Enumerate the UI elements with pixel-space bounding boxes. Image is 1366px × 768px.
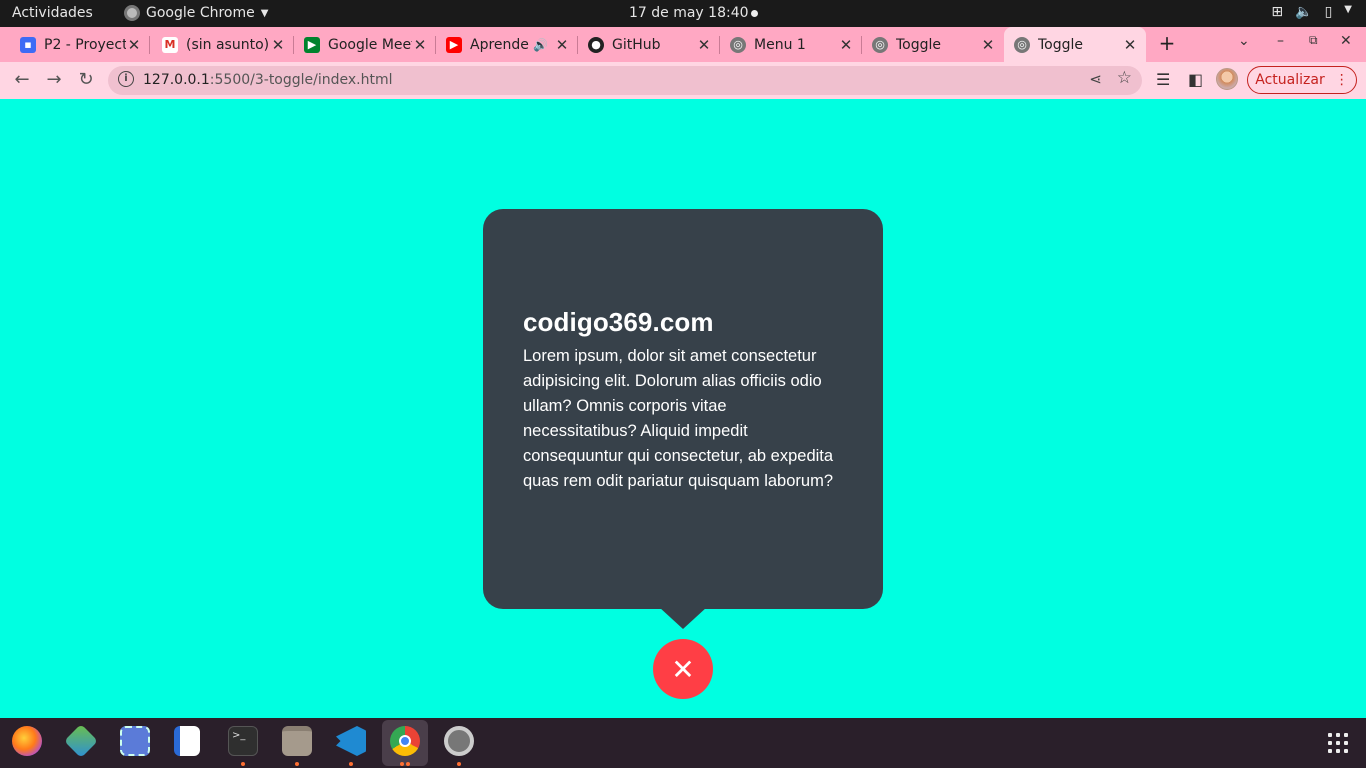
system-tray[interactable]: ⊞ 🔈 ▯ ▼	[1271, 4, 1352, 20]
contacts-icon: ▪	[20, 36, 36, 53]
show-applications-icon[interactable]	[1328, 733, 1348, 753]
profile-avatar[interactable]	[1216, 68, 1238, 90]
globe-icon: ◎	[1014, 36, 1030, 53]
tab-title: Aprende	[470, 36, 529, 53]
tab-github[interactable]: ● GitHub ✕	[578, 27, 720, 62]
side-panel-icon[interactable]: ◧	[1188, 70, 1203, 89]
browser-toolbar: ← → ↻ i 127.0.0.1:5500/3-toggle/index.ht…	[0, 62, 1366, 99]
meet-icon: ▶	[304, 36, 320, 53]
chrome-icon	[124, 5, 140, 21]
running-indicator	[349, 762, 353, 766]
tab-toggle[interactable]: ◎ Toggle ✕	[862, 27, 1004, 62]
card-pointer	[659, 607, 707, 629]
forward-arrow-icon[interactable]: →	[42, 69, 66, 90]
more-menu-icon: ⋮	[1334, 72, 1349, 88]
settings-icon[interactable]	[444, 726, 474, 756]
notification-dot	[751, 10, 758, 17]
close-icon: ✕	[671, 652, 695, 686]
vscode-icon[interactable]	[336, 726, 366, 756]
tab-title: GitHub	[612, 36, 661, 53]
site-info-icon[interactable]: i	[118, 71, 134, 87]
system-top-bar: Actividades Google Chrome ▼ 17 de may 18…	[0, 0, 1366, 27]
tab-title: P2 - Proyecto	[44, 36, 126, 53]
close-icon[interactable]: ✕	[554, 36, 570, 54]
tab-title: Menu 1	[754, 36, 806, 53]
close-icon[interactable]: ✕	[270, 36, 286, 54]
tab-title: Toggle	[1038, 36, 1084, 53]
popup-card: codigo369.com Lorem ipsum, dolor sit ame…	[483, 209, 883, 609]
restore-icon[interactable]: ⧉	[1309, 33, 1318, 48]
github-icon: ●	[588, 36, 604, 53]
tab-menu-1[interactable]: ◎ Menu 1 ✕	[720, 27, 862, 62]
share-icon[interactable]: ⋖	[1089, 70, 1102, 88]
tab-title: Google Meet	[328, 36, 412, 53]
tab-google-meet[interactable]: ▶ Google Meet ✕	[294, 27, 436, 62]
tab-title: (sin asunto)	[186, 36, 270, 53]
update-label: Actualizar	[1255, 72, 1325, 88]
gmail-icon: M	[162, 36, 178, 53]
youtube-icon: ▶	[446, 36, 462, 53]
toggle-close-button[interactable]: ✕	[653, 639, 713, 699]
cube-icon[interactable]	[64, 724, 98, 758]
chevron-down-icon: ▼	[1344, 4, 1352, 15]
new-tab-button[interactable]: +	[1154, 31, 1180, 55]
close-icon[interactable]: ✕	[412, 36, 428, 54]
running-indicator	[406, 762, 410, 766]
bookmark-star-icon[interactable]: ☆	[1117, 68, 1132, 88]
clock[interactable]: 17 de may 18:40	[629, 5, 749, 21]
taskbar-dock: >_	[0, 718, 1366, 768]
close-icon[interactable]: ✕	[126, 36, 142, 54]
reload-icon[interactable]: ↻	[74, 69, 98, 90]
running-indicator	[400, 762, 404, 766]
running-indicator	[457, 762, 461, 766]
battery-icon: ▯	[1324, 4, 1333, 20]
tab-aprende[interactable]: ▶ Aprende 🔊 ✕	[436, 27, 578, 62]
reading-list-icon[interactable]: ☰	[1156, 70, 1170, 89]
files-icon[interactable]	[282, 726, 312, 756]
card-body: Lorem ipsum, dolor sit amet consectetur …	[523, 347, 834, 490]
network-icon: ⊞	[1271, 4, 1284, 20]
address-bar[interactable]: i 127.0.0.1:5500/3-toggle/index.html ⋖ ☆	[108, 66, 1142, 95]
tab-search-icon[interactable]: ⌄	[1238, 33, 1250, 49]
minimize-icon[interactable]: –	[1277, 33, 1284, 49]
screenshot-icon[interactable]	[120, 726, 150, 756]
window-close-icon[interactable]: ✕	[1340, 33, 1352, 49]
document-icon[interactable]	[174, 726, 200, 756]
running-indicator	[241, 762, 245, 766]
running-indicator	[295, 762, 299, 766]
chrome-icon[interactable]	[390, 726, 420, 756]
tab-toggle-active[interactable]: ◎ Toggle ✕	[1004, 27, 1146, 62]
chevron-down-icon: ▼	[260, 7, 269, 19]
card-title: codigo369.com	[523, 307, 714, 337]
url-text[interactable]: 127.0.0.1:5500/3-toggle/index.html	[143, 72, 393, 88]
tab-title: Toggle	[896, 36, 942, 53]
volume-icon: 🔈	[1295, 4, 1313, 20]
firefox-icon[interactable]	[12, 726, 42, 756]
close-icon[interactable]: ✕	[696, 36, 712, 54]
update-button[interactable]: Actualizar ⋮	[1247, 66, 1357, 94]
tab-sin-asunto[interactable]: M (sin asunto) ✕	[152, 27, 294, 62]
app-name: Google Chrome	[146, 5, 255, 21]
tab-separator	[149, 36, 150, 54]
close-icon[interactable]: ✕	[838, 36, 854, 54]
globe-icon: ◎	[872, 36, 888, 53]
globe-icon: ◎	[730, 36, 746, 53]
terminal-icon[interactable]: >_	[228, 726, 258, 756]
audio-playing-icon[interactable]: 🔊	[533, 38, 548, 52]
close-icon[interactable]: ✕	[980, 36, 996, 54]
close-icon[interactable]: ✕	[1122, 36, 1138, 54]
tab-p2-proyecto[interactable]: ▪ P2 - Proyecto ✕	[10, 27, 150, 62]
app-menu[interactable]: Google Chrome ▼	[124, 5, 268, 21]
activities-button[interactable]: Actividades	[12, 5, 93, 21]
back-arrow-icon[interactable]: ←	[10, 69, 34, 90]
